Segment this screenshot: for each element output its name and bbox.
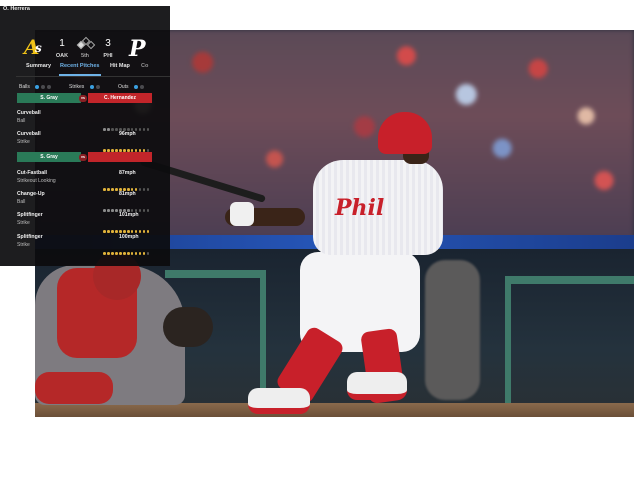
tab-summary[interactable]: Summary	[26, 63, 51, 69]
strikes-dots	[90, 84, 102, 91]
vs-badge: vs	[79, 153, 87, 161]
tab-recent-pitches[interactable]: Recent Pitches	[60, 63, 99, 69]
batter-name-bar: C. Hernandez	[88, 93, 152, 103]
pitch-result: Ball	[17, 198, 26, 205]
pitch-speed: 81mph	[119, 191, 136, 197]
svg-text:s: s	[35, 41, 42, 55]
outs-dots	[134, 84, 146, 91]
away-team-abbr: OAK	[55, 53, 69, 59]
pitch-result: Strike	[17, 241, 30, 248]
pitch-type: Splitfinger	[17, 234, 43, 240]
pitch-speed: 96mph	[119, 131, 136, 137]
pitch-speed-dots	[103, 178, 163, 191]
pitch-type: Curveball	[17, 131, 41, 137]
batter-shoe	[347, 372, 407, 400]
batter-shoe	[248, 388, 310, 414]
scoreboard: A s 1 3 P OAK 5th PHI	[0, 20, 170, 60]
pitch-row[interactable]: Curveball Ball	[17, 110, 152, 131]
strikes-label: Strikes	[69, 84, 85, 90]
jersey-lettering: Phil	[335, 195, 385, 221]
home-team-abbr: PHI	[103, 53, 113, 59]
infield-dirt	[35, 403, 634, 417]
pitcher-name: S. Gray	[17, 93, 81, 103]
pitch-type: Change-Up	[17, 191, 45, 197]
matchup-bar: S. Gray C. Hernandez vs	[17, 93, 152, 103]
count-dot	[41, 84, 45, 89]
pitch-speed: 87mph	[119, 170, 136, 176]
pitch-row[interactable]: Splitfinger Strike 100mph	[17, 234, 152, 255]
away-runs: 1	[59, 38, 65, 49]
pitch-row[interactable]: Curveball Strike 96mph	[17, 131, 152, 152]
catcher-mitt	[163, 307, 213, 347]
background-player	[425, 260, 480, 400]
matchup-bar: S. Gray vs	[17, 152, 152, 162]
tab-hit-map[interactable]: Hit Map	[110, 63, 130, 69]
inning-indicator: 5th	[81, 53, 89, 59]
batting-glove	[230, 202, 254, 226]
pitch-result: Strikeout Looking	[17, 177, 56, 184]
pitch-result: Strike	[17, 138, 30, 145]
pitch-row[interactable]: Splitfinger Strike 101mph	[17, 212, 152, 233]
batter-name: O. Herrera	[3, 6, 30, 12]
pitcher-name: S. Gray	[17, 152, 81, 162]
count-dot	[35, 84, 39, 89]
pitch-speed-dots	[103, 199, 163, 212]
batter-name-bar	[88, 152, 152, 162]
count-dot	[96, 84, 100, 89]
count-dot	[90, 84, 94, 89]
pitch-type: Cut-Fastball	[17, 170, 47, 176]
count-dot	[47, 84, 51, 89]
balls-dots	[35, 84, 53, 91]
tab-overflow[interactable]: Co	[141, 63, 148, 69]
balls-label: Balls	[19, 84, 30, 90]
bases-diamond-icon	[76, 36, 96, 50]
vs-badge: vs	[79, 94, 87, 102]
count-dot	[134, 84, 138, 89]
pitch-speed: 100mph	[119, 234, 139, 240]
outs-label: Outs	[118, 84, 129, 90]
svg-text:P: P	[128, 36, 147, 60]
pitch-row[interactable]: Cut-Fastball Strikeout Looking 87mph	[17, 170, 152, 191]
count-dot	[140, 84, 144, 89]
phillies-logo-icon: P	[128, 36, 147, 60]
game-stats-panel: O. Herrera A s 1 3 P OAK 5th PHI Summary…	[0, 6, 170, 266]
pitch-speed-dots	[103, 139, 163, 152]
pitch-result: Ball	[17, 117, 26, 124]
pitch-speed: 101mph	[119, 212, 139, 218]
panel-tabs: Summary Recent Pitches Hit Map Co	[24, 63, 170, 76]
batter-helmet	[378, 112, 432, 154]
pitch-row[interactable]: Change-Up Ball 81mph	[17, 191, 152, 212]
divider	[16, 76, 170, 77]
home-runs: 3	[105, 38, 111, 49]
pitch-result: Strike	[17, 219, 30, 226]
pitch-speed-dots	[103, 242, 163, 255]
pitch-speed-dots	[103, 118, 163, 131]
athletics-logo-icon: A s	[22, 35, 42, 59]
catcher-shin-guard	[35, 372, 113, 404]
dugout-railing	[505, 276, 634, 414]
pitch-type: Curveball	[17, 110, 41, 116]
pitch-speed-dots	[103, 220, 163, 233]
pitch-type: Splitfinger	[17, 212, 43, 218]
